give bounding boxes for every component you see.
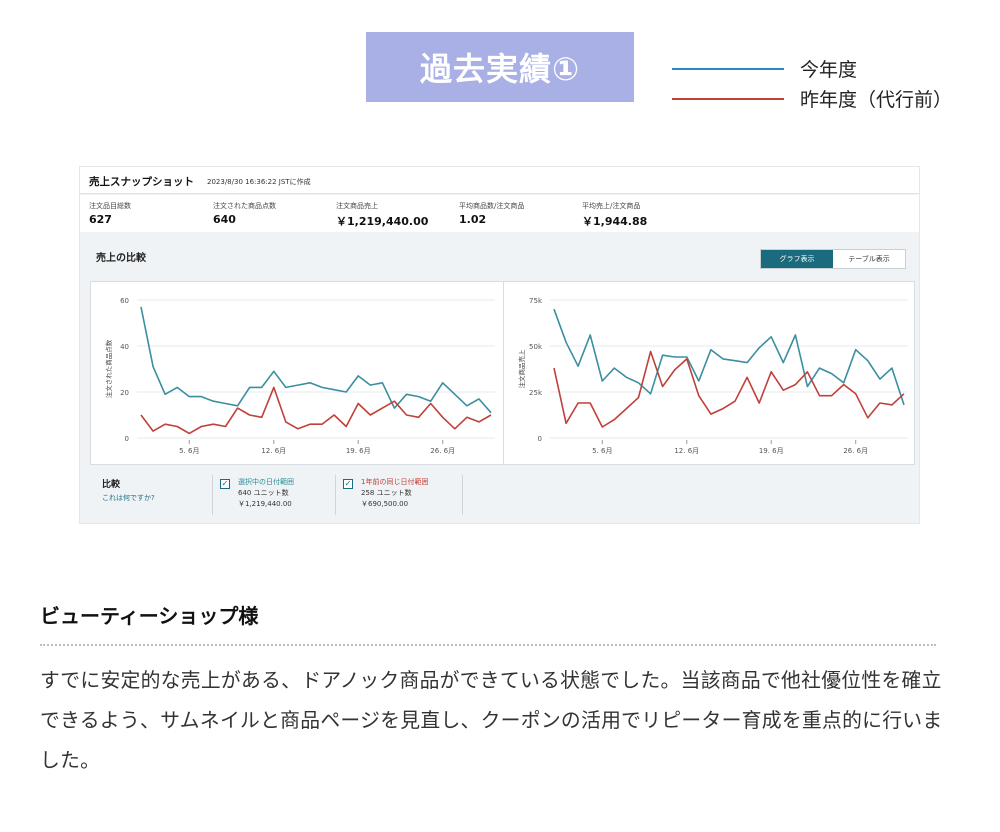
snapshot-generated-date: 2023/8/30 16:36:22 JSTに作成 (207, 178, 311, 186)
legend-line-previous (672, 98, 784, 100)
divider (212, 475, 213, 515)
dotted-divider (40, 644, 936, 646)
snapshot-header: 売上スナップショット 2023/8/30 16:36:22 JSTに作成 (80, 167, 919, 194)
metric-label: 注文商品売上 (336, 202, 378, 210)
legend-item-current: 今年度 (672, 54, 972, 84)
metric-total-items: 注文品目総数 627 (89, 201, 131, 226)
view-toggle: グラフ表示 テーブル表示 (760, 249, 906, 269)
metric-label: 平均商品数/注文商品 (459, 202, 525, 210)
y-axis-label: 注文された商品点数 (104, 339, 113, 398)
shop-title: ビューティーショップ様 (40, 604, 259, 628)
x-tick-label: 19. 6月 (759, 447, 784, 455)
shop-description: すでに安定的な売上がある、ドアノック商品ができている状態でした。当該商品で他社優… (40, 669, 943, 772)
current-range-title: 選択中の日付範囲 (238, 478, 294, 486)
y-tick-label: 75k (529, 297, 543, 305)
current-range-units: 640 ユニット数 (238, 489, 289, 497)
units-chart: 0 20 40 60 注文された商品点数 5. 6月 12. 6月 19. 6月 26. 6月 (104, 297, 495, 455)
current-range-sales: ￥1,219,440.00 (238, 500, 292, 508)
y-axis-label: 注文商品売上 (517, 349, 526, 389)
y-tick-label: 20 (120, 389, 129, 397)
checkbox-current[interactable]: ✓ (220, 479, 230, 489)
x-tick-label: 26. 6月 (430, 447, 455, 455)
legend-line-current (672, 68, 784, 70)
series-line-current (140, 306, 492, 414)
metrics-row: 注文品目総数 627 注文された商品点数 640 注文商品売上 ￥1,219,4… (80, 195, 919, 232)
y-tick-label: 60 (120, 297, 129, 305)
x-tick-label: 5. 6月 (592, 447, 612, 455)
series-line-previous (140, 386, 492, 435)
legend-label-current: 今年度 (800, 59, 858, 81)
previous-range-units: 258 ユニット数 (361, 489, 412, 497)
y-tick-label: 0 (125, 435, 129, 443)
metric-label: 注文された商品点数 (213, 202, 276, 210)
page-title: 過去実績① (366, 32, 634, 102)
x-tick-label: 26. 6月 (843, 447, 868, 455)
previous-range-sales: ￥690,500.00 (361, 500, 409, 508)
legend-item-previous: 昨年度（代行前） (672, 84, 972, 114)
sales-chart: 0 25k 50k 75k 注文商品売上 5. 6月 12. 6月 19. 6月 26. 6月 (517, 297, 908, 455)
table-view-button[interactable]: テーブル表示 (833, 250, 905, 268)
metric-label: 平均売上/注文商品 (582, 202, 641, 210)
what-is-this-link[interactable]: これは何ですか? (102, 493, 155, 503)
previous-range-title: 1年前の同じ日付範囲 (361, 478, 429, 486)
sales-snapshot-panel: 売上スナップショット 2023/8/30 16:36:22 JSTに作成 注文品… (79, 166, 920, 524)
y-tick-label: 40 (120, 343, 129, 351)
graph-view-button[interactable]: グラフ表示 (761, 250, 833, 268)
divider (335, 475, 336, 515)
metric-value: 1.02 (459, 213, 487, 226)
x-tick-label: 19. 6月 (346, 447, 371, 455)
comparison-legend: 比較 これは何ですか? ✓ 選択中の日付範囲 640 ユニット数 ￥1,219,… (80, 471, 919, 523)
y-tick-label: 50k (529, 343, 543, 351)
divider (462, 475, 463, 515)
legend-label-previous: 昨年度（代行前） (800, 89, 953, 111)
legend: 今年度 昨年度（代行前） (672, 54, 972, 114)
metric-value: 640 (213, 213, 236, 226)
metric-value: ￥1,944.88 (582, 215, 648, 228)
metric-avg-units: 平均商品数/注文商品 1.02 (459, 201, 524, 226)
y-tick-label: 0 (538, 435, 542, 443)
metric-ordered-units: 注文された商品点数 640 (213, 201, 276, 226)
x-tick-label: 5. 6月 (179, 447, 199, 455)
sales-comparison-panel: 売上の比較 グラフ表示 テーブル表示 0 20 40 60 注文された商品点数 5. 6月… (80, 235, 919, 523)
metric-label: 注文品目総数 (89, 202, 131, 210)
comparison-title: 売上の比較 (96, 253, 146, 264)
comparison-label: 比較 (102, 480, 121, 490)
checkbox-previous[interactable]: ✓ (343, 479, 353, 489)
metric-value: ￥1,219,440.00 (336, 215, 429, 228)
x-tick-label: 12. 6月 (261, 447, 286, 455)
metric-avg-sales: 平均売上/注文商品 ￥1,944.88 (582, 201, 647, 229)
y-tick-label: 25k (529, 389, 543, 397)
snapshot-title: 売上スナップショット (89, 176, 194, 188)
metric-ordered-sales: 注文商品売上 ￥1,219,440.00 (336, 201, 428, 229)
x-tick-label: 12. 6月 (674, 447, 699, 455)
charts-container: 0 20 40 60 注文された商品点数 5. 6月 12. 6月 19. 6月 26. 6月 … (90, 281, 915, 465)
metric-value: 627 (89, 213, 112, 226)
